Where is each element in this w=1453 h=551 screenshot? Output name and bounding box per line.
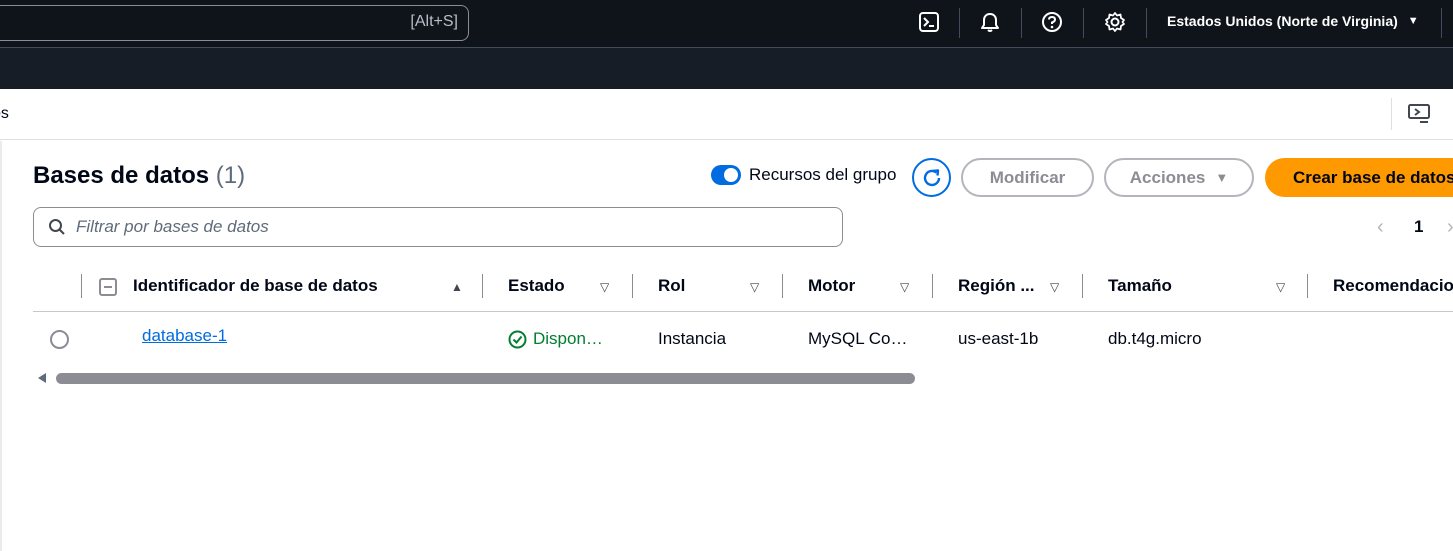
table-row: database-1 Dispon… Instancia MySQL Co… u… bbox=[33, 312, 1453, 364]
column-header-engine[interactable]: Motor bbox=[808, 276, 855, 296]
filter-field[interactable] bbox=[33, 207, 843, 247]
toggle-switch[interactable] bbox=[711, 165, 741, 185]
create-database-button[interactable]: Crear base de datos bbox=[1265, 158, 1453, 197]
column-divider[interactable] bbox=[482, 274, 483, 298]
sort-icon[interactable]: ▽ bbox=[600, 280, 609, 294]
horizontal-scrollbar[interactable] bbox=[56, 373, 915, 384]
nav-divider bbox=[1441, 8, 1442, 38]
resource-count: (1) bbox=[215, 162, 246, 189]
scroll-left-arrow[interactable] bbox=[38, 373, 46, 383]
nav-divider bbox=[1083, 8, 1084, 38]
caret-down-icon: ▼ bbox=[1215, 170, 1229, 185]
page-number[interactable]: 1 bbox=[1414, 217, 1423, 237]
nav-divider bbox=[1146, 8, 1147, 38]
column-divider[interactable] bbox=[632, 274, 633, 298]
chevron-left-icon[interactable]: ‹ bbox=[1377, 216, 1384, 239]
service-bar bbox=[0, 48, 1453, 89]
sort-icon[interactable]: ▽ bbox=[1276, 280, 1285, 294]
column-header-identifier[interactable]: Identificador de base de datos bbox=[133, 276, 378, 296]
toggle-label: Recursos del grupo bbox=[749, 165, 897, 184]
sort-icon[interactable]: ▽ bbox=[900, 280, 909, 294]
bell-icon[interactable] bbox=[978, 10, 1002, 34]
column-header-region[interactable]: Región ... bbox=[958, 276, 1035, 296]
top-nav-bar: [Alt+S] Estados Unidos (Norte de Virgini… bbox=[0, 0, 1453, 48]
gear-icon[interactable] bbox=[1103, 10, 1127, 34]
actions-label: Acciones bbox=[1129, 167, 1206, 187]
modify-button[interactable]: Modificar bbox=[961, 158, 1094, 197]
column-divider[interactable] bbox=[782, 274, 783, 298]
column-divider[interactable] bbox=[1307, 274, 1308, 298]
region-cell: us-east-1b bbox=[958, 329, 1039, 348]
role-cell: Instancia bbox=[658, 329, 727, 348]
check-circle-icon bbox=[508, 330, 527, 348]
breadcrumb-divider bbox=[1391, 98, 1392, 130]
cloudshell-icon[interactable] bbox=[917, 10, 941, 34]
region-label: Estados Unidos (Norte de Virginia) bbox=[1167, 13, 1398, 29]
column-header-recommendations[interactable]: Recomendacio bbox=[1333, 276, 1453, 296]
help-icon[interactable] bbox=[1040, 10, 1064, 34]
column-divider bbox=[81, 274, 82, 298]
sort-icon[interactable]: ▽ bbox=[750, 280, 759, 294]
group-resources-toggle[interactable]: Recursos del grupo bbox=[711, 165, 896, 185]
actions-button[interactable]: Acciones ▼ bbox=[1104, 158, 1254, 197]
breadcrumb-item[interactable]: os bbox=[0, 105, 9, 123]
filter-input[interactable] bbox=[76, 217, 816, 237]
size-cell: db.t4g.micro bbox=[1108, 329, 1202, 348]
refresh-icon bbox=[923, 168, 940, 186]
nav-divider bbox=[1021, 8, 1022, 38]
page-title: Bases de datos (1) bbox=[33, 162, 245, 190]
column-divider[interactable] bbox=[1082, 274, 1083, 298]
status-text: Dispon… bbox=[533, 329, 603, 348]
create-label: Crear base de datos bbox=[1293, 167, 1453, 187]
column-header-size[interactable]: Tamaño bbox=[1108, 276, 1172, 296]
column-header-status[interactable]: Estado bbox=[508, 276, 565, 296]
database-identifier-link[interactable]: database-1 bbox=[142, 326, 227, 346]
modify-label: Modificar bbox=[989, 167, 1066, 187]
split-panel-icon[interactable] bbox=[1406, 101, 1432, 127]
select-all-checkbox[interactable] bbox=[99, 278, 117, 296]
column-divider[interactable] bbox=[932, 274, 933, 298]
chevron-right-icon[interactable]: › bbox=[1447, 216, 1453, 239]
search-icon bbox=[49, 219, 65, 235]
title-text: Bases de datos bbox=[33, 162, 210, 189]
nav-divider bbox=[959, 8, 960, 38]
row-select-radio[interactable] bbox=[50, 330, 69, 349]
sort-ascending-icon[interactable]: ▲ bbox=[451, 280, 463, 294]
breadcrumb: os bbox=[0, 89, 1453, 140]
refresh-button[interactable] bbox=[912, 158, 951, 197]
column-header-role[interactable]: Rol bbox=[658, 276, 685, 296]
caret-down-icon: ▼ bbox=[1407, 15, 1419, 27]
sort-icon[interactable]: ▽ bbox=[1050, 280, 1059, 294]
search-shortcut-hint: [Alt+S] bbox=[410, 13, 458, 30]
region-selector[interactable]: Estados Unidos (Norte de Virginia) ▼ bbox=[1167, 13, 1419, 29]
table-header: Identificador de base de datos ▲ Estado … bbox=[33, 262, 1453, 312]
engine-cell: MySQL Co… bbox=[808, 329, 908, 348]
status-badge: Dispon… bbox=[508, 329, 603, 349]
global-search-input[interactable]: [Alt+S] bbox=[0, 5, 469, 41]
